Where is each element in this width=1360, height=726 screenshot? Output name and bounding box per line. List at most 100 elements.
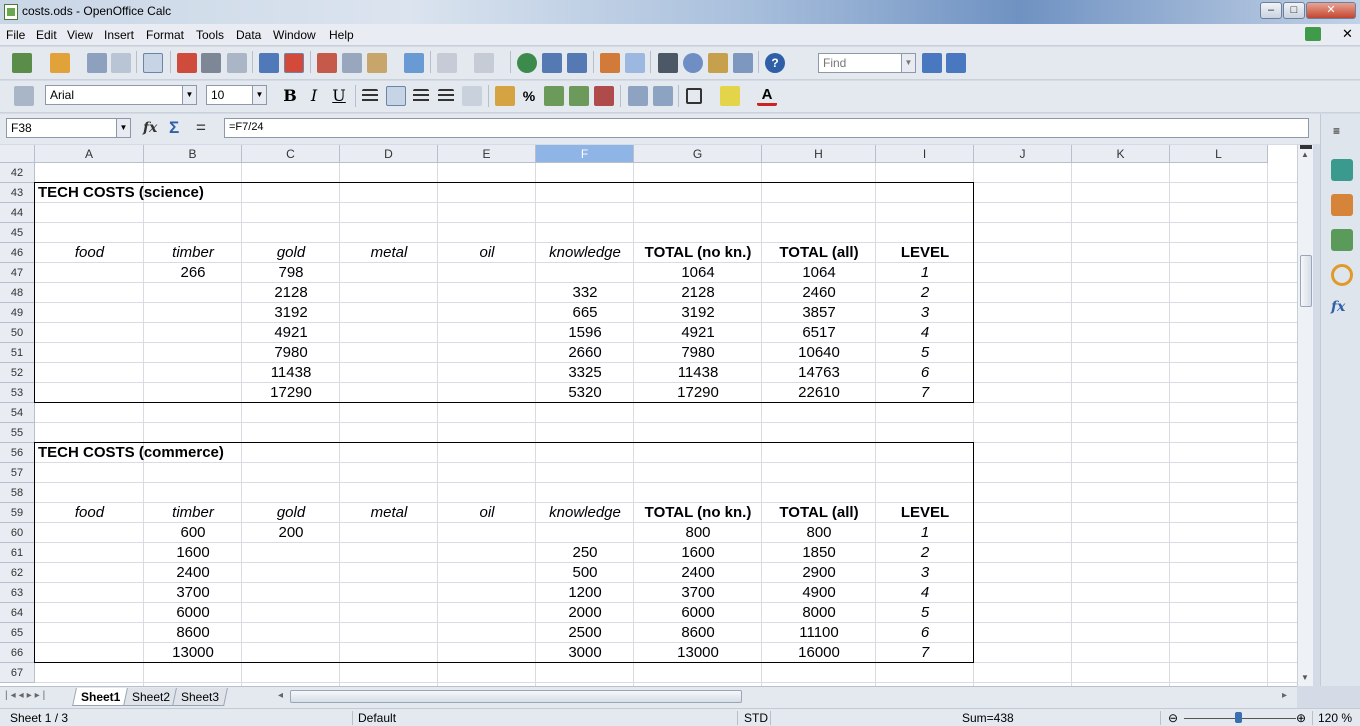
selection-mode[interactable]: STD bbox=[744, 711, 768, 725]
row-header[interactable]: 46 bbox=[0, 243, 35, 263]
table-cell[interactable]: 800 bbox=[762, 523, 876, 543]
vertical-scrollbar[interactable]: ▲ ▼ bbox=[1297, 145, 1313, 686]
row-header[interactable]: 60 bbox=[0, 523, 35, 543]
table-cell[interactable]: 6 bbox=[876, 363, 974, 383]
table-cell[interactable]: 7980 bbox=[634, 343, 762, 363]
functions-sidebar-icon[interactable]: fx bbox=[1331, 299, 1353, 321]
table-header-cell[interactable]: TOTAL (all) bbox=[762, 503, 876, 523]
row-header[interactable]: 53 bbox=[0, 383, 35, 403]
print-icon[interactable] bbox=[201, 53, 221, 73]
zoom-slider-handle[interactable] bbox=[1235, 712, 1242, 723]
cut-icon[interactable] bbox=[317, 53, 337, 73]
edit-file-icon[interactable] bbox=[143, 53, 163, 73]
table-header-cell[interactable]: food bbox=[35, 503, 144, 523]
table-cell[interactable]: 500 bbox=[536, 563, 634, 583]
italic-button[interactable]: I bbox=[304, 86, 324, 106]
table-cell[interactable]: 8600 bbox=[144, 623, 242, 643]
table-header-cell[interactable]: food bbox=[35, 243, 144, 263]
table-cell[interactable]: 1596 bbox=[536, 323, 634, 343]
row-header[interactable]: 61 bbox=[0, 543, 35, 563]
row-header[interactable]: 62 bbox=[0, 563, 35, 583]
name-box[interactable]: F38 ▼ bbox=[6, 118, 131, 138]
row-header[interactable]: 44 bbox=[0, 203, 35, 223]
table-cell[interactable]: 1600 bbox=[634, 543, 762, 563]
table-cell[interactable]: 6000 bbox=[634, 603, 762, 623]
zoom-level[interactable]: 120 % bbox=[1318, 711, 1352, 725]
align-right-icon[interactable] bbox=[413, 89, 429, 103]
table-header-cell[interactable]: timber bbox=[144, 243, 242, 263]
clone-formatting-icon[interactable] bbox=[404, 53, 424, 73]
formula-input[interactable]: =F7/24 bbox=[224, 118, 1309, 138]
row-header[interactable]: 43 bbox=[0, 183, 35, 203]
find-next-icon[interactable] bbox=[922, 53, 942, 73]
table-cell[interactable]: 600 bbox=[144, 523, 242, 543]
paste-icon[interactable] bbox=[367, 53, 387, 73]
row-header[interactable]: 57 bbox=[0, 463, 35, 483]
menu-file[interactable]: File bbox=[6, 28, 25, 42]
merge-cells-icon[interactable] bbox=[462, 86, 482, 106]
find-input[interactable]: Find ▼ bbox=[818, 53, 916, 73]
column-header-a[interactable]: A bbox=[35, 145, 144, 163]
zoom-in-icon[interactable]: ⊕ bbox=[1296, 711, 1306, 725]
table-cell[interactable]: 2660 bbox=[536, 343, 634, 363]
row-header[interactable]: 51 bbox=[0, 343, 35, 363]
table-cell[interactable]: 2000 bbox=[536, 603, 634, 623]
zoom-out-icon[interactable]: ⊖ bbox=[1168, 711, 1178, 725]
table-cell[interactable]: 2128 bbox=[634, 283, 762, 303]
table-cell[interactable]: 266 bbox=[144, 263, 242, 283]
column-header-c[interactable]: C bbox=[242, 145, 340, 163]
select-all-corner[interactable] bbox=[0, 145, 35, 163]
menu-view[interactable]: View bbox=[67, 28, 93, 42]
align-left-icon[interactable] bbox=[362, 89, 378, 103]
table-cell[interactable]: 1064 bbox=[634, 263, 762, 283]
underline-button[interactable]: U bbox=[329, 86, 349, 106]
tab-sheet1[interactable]: Sheet1 bbox=[72, 688, 130, 706]
table-cell[interactable]: 798 bbox=[242, 263, 340, 283]
table-title[interactable]: TECH COSTS (science) bbox=[35, 183, 340, 203]
column-header-e[interactable]: E bbox=[438, 145, 536, 163]
table-cell[interactable]: 7 bbox=[876, 643, 974, 663]
column-header-j[interactable]: J bbox=[974, 145, 1072, 163]
decrease-indent-icon[interactable] bbox=[628, 86, 648, 106]
table-header-cell[interactable]: TOTAL (all) bbox=[762, 243, 876, 263]
table-cell[interactable]: 2128 bbox=[242, 283, 340, 303]
table-cell[interactable]: 3857 bbox=[762, 303, 876, 323]
chevron-down-icon[interactable]: ▼ bbox=[182, 86, 196, 104]
background-color-icon[interactable] bbox=[720, 86, 740, 106]
table-header-cell[interactable]: metal bbox=[340, 503, 438, 523]
table-cell[interactable]: 13000 bbox=[144, 643, 242, 663]
maximize-button[interactable]: □ bbox=[1283, 2, 1305, 19]
zoom-icon[interactable] bbox=[733, 53, 753, 73]
table-cell[interactable]: 3192 bbox=[634, 303, 762, 323]
row-header[interactable]: 54 bbox=[0, 403, 35, 423]
table-cell[interactable]: 11438 bbox=[634, 363, 762, 383]
email-icon[interactable] bbox=[111, 53, 131, 73]
row-header[interactable]: 47 bbox=[0, 263, 35, 283]
percent-format-icon[interactable]: % bbox=[519, 86, 539, 106]
table-cell[interactable]: 200 bbox=[242, 523, 340, 543]
table-cell[interactable]: 14763 bbox=[762, 363, 876, 383]
table-cell[interactable]: 1600 bbox=[144, 543, 242, 563]
tab-sheet2[interactable]: Sheet2 bbox=[123, 688, 179, 706]
find-previous-icon[interactable] bbox=[946, 53, 966, 73]
table-cell[interactable]: 13000 bbox=[634, 643, 762, 663]
table-header-cell[interactable]: knowledge bbox=[536, 503, 634, 523]
table-header-cell[interactable]: metal bbox=[340, 243, 438, 263]
column-header-h[interactable]: H bbox=[762, 145, 876, 163]
save-icon[interactable] bbox=[87, 53, 107, 73]
table-cell[interactable]: 17290 bbox=[242, 383, 340, 403]
row-header[interactable]: 48 bbox=[0, 283, 35, 303]
table-cell[interactable]: 2900 bbox=[762, 563, 876, 583]
table-cell[interactable]: 3700 bbox=[634, 583, 762, 603]
sum-icon[interactable]: Σ bbox=[169, 118, 179, 138]
table-cell[interactable]: 10640 bbox=[762, 343, 876, 363]
update-icon[interactable] bbox=[1305, 27, 1321, 41]
table-cell[interactable]: 2 bbox=[876, 283, 974, 303]
table-cell[interactable]: 3 bbox=[876, 303, 974, 323]
vertical-scroll-thumb[interactable] bbox=[1300, 255, 1312, 307]
table-header-cell[interactable]: LEVEL bbox=[876, 503, 974, 523]
row-header[interactable]: 45 bbox=[0, 223, 35, 243]
table-cell[interactable]: 16000 bbox=[762, 643, 876, 663]
column-header-g[interactable]: G bbox=[634, 145, 762, 163]
close-document-icon[interactable]: ✕ bbox=[1342, 26, 1353, 42]
